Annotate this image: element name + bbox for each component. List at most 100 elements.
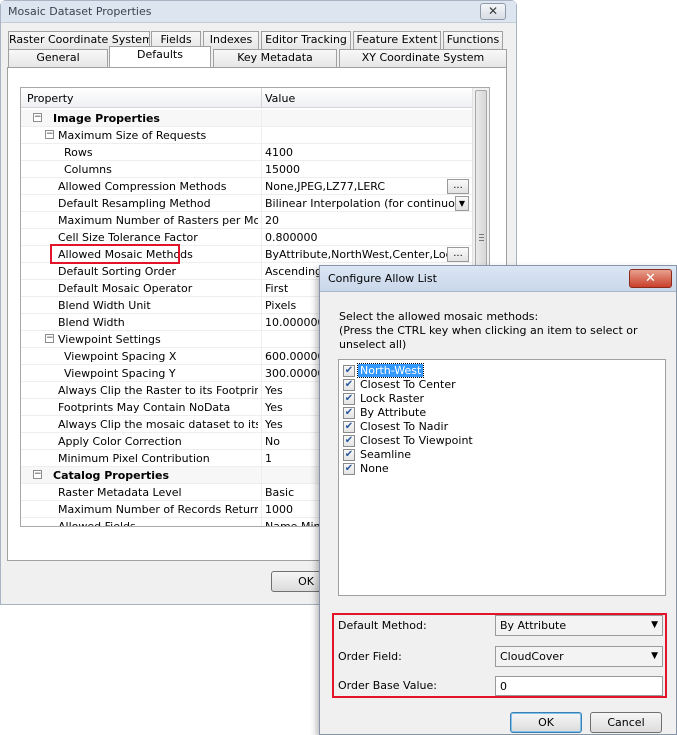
property-value[interactable]: 20	[265, 214, 465, 227]
property-name: Blend Width Unit	[58, 299, 151, 312]
window-title: Mosaic Dataset Properties	[8, 5, 152, 18]
default-method-select[interactable]: By Attribute ▼	[495, 615, 663, 636]
collapse-icon[interactable]: −	[45, 334, 54, 343]
order-base-value-label: Order Base Value:	[338, 679, 437, 692]
column-divider	[261, 246, 262, 263]
property-value[interactable]: 0.800000	[265, 231, 465, 244]
checkbox[interactable]: ✔	[343, 421, 355, 433]
tab-functions[interactable]: Functions	[443, 31, 503, 49]
collapse-icon[interactable]: −	[33, 470, 42, 479]
property-name: Allowed Fields	[58, 520, 136, 527]
mosaic-methods-list[interactable]: ✔ North-West ✔ Closest To Center ✔ Lock Raste…	[338, 359, 666, 596]
ellipsis-button[interactable]: ...	[447, 247, 469, 262]
column-divider	[261, 518, 262, 526]
property-name: Raster Metadata Level	[58, 486, 182, 499]
column-divider	[261, 127, 262, 144]
property-row[interactable]: Rows 4100	[21, 144, 473, 161]
column-divider[interactable]	[261, 88, 262, 108]
property-value[interactable]: 15000	[265, 163, 465, 176]
window-close-button[interactable]: ✕	[480, 3, 506, 20]
grid-header: Property Value	[21, 88, 473, 108]
tab-editor-tracking[interactable]: Editor Tracking	[261, 31, 351, 49]
grip-line	[479, 237, 484, 238]
method-label: Closest To Nadir	[360, 420, 449, 433]
dialog-instructions: Select the allowed mosaic methods: (Pres…	[339, 310, 676, 352]
property-name: Default Mosaic Operator	[58, 282, 193, 295]
column-divider	[261, 229, 262, 246]
method-label: North-West	[356, 363, 425, 378]
dialog-close-button[interactable]: ✕	[629, 269, 672, 288]
column-divider	[261, 178, 262, 195]
method-label: Closest To Viewpoint	[360, 434, 473, 447]
dialog-cancel-button[interactable]: Cancel	[590, 712, 662, 733]
column-header-value[interactable]: Value	[265, 92, 295, 105]
checkbox[interactable]: ✔	[343, 393, 355, 405]
column-divider	[261, 195, 262, 212]
checkbox[interactable]: ✔	[343, 435, 355, 447]
method-label: None	[360, 462, 389, 475]
column-divider	[261, 331, 262, 348]
dialog-ok-button[interactable]: OK	[510, 712, 582, 733]
tab-feature-extent[interactable]: Feature Extent	[353, 31, 441, 49]
column-divider	[261, 501, 262, 518]
property-name: Always Clip the mosaic dataset to its B…	[58, 418, 258, 431]
column-divider	[261, 280, 262, 297]
property-row[interactable]: Allowed Compression Methods None,JPEG,LZ7…	[21, 178, 473, 195]
dialog-title: Configure Allow List	[328, 272, 437, 285]
column-divider	[261, 416, 262, 433]
tab-defaults[interactable]: Defaults	[109, 46, 211, 67]
order-base-value-field[interactable]	[495, 676, 663, 696]
column-divider	[261, 450, 262, 467]
property-row[interactable]: Columns 15000	[21, 161, 473, 178]
property-name: Cell Size Tolerance Factor	[58, 231, 198, 244]
column-divider	[261, 467, 262, 484]
title-bar: Mosaic Dataset Properties ✕	[1, 1, 516, 23]
property-name: Maximum Number of Records Returned…	[58, 503, 258, 516]
method-label: Lock Raster	[360, 392, 425, 405]
column-divider	[261, 314, 262, 331]
tab-general[interactable]: General	[8, 49, 108, 67]
property-row[interactable]: − Maximum Size of Requests	[21, 127, 473, 144]
property-name: Maximum Size of Requests	[58, 129, 207, 142]
order-base-value-input[interactable]	[496, 677, 662, 695]
column-divider	[261, 484, 262, 501]
ellipsis-button[interactable]: ...	[447, 179, 469, 194]
checkbox[interactable]: ✔	[343, 407, 355, 419]
property-value[interactable]: Bilinear Interpolation (for continuous d…	[265, 197, 465, 210]
property-name: Viewpoint Spacing X	[64, 350, 177, 363]
checkbox[interactable]: ✔	[343, 449, 355, 461]
method-label: By Attribute	[360, 406, 427, 419]
default-method-label: Default Method:	[338, 619, 427, 632]
property-value[interactable]: 4100	[265, 146, 465, 159]
checkbox[interactable]: ✔	[343, 379, 355, 391]
checkbox[interactable]: ✔	[343, 365, 355, 377]
property-row[interactable]: Default Resampling Method Bilinear Interp…	[21, 195, 473, 212]
column-divider	[261, 110, 262, 127]
property-value[interactable]: None,JPEG,LZ77,LERC	[265, 180, 465, 193]
column-divider	[261, 144, 262, 161]
chevron-down-icon[interactable]: ▼	[455, 196, 469, 211]
chevron-down-icon: ▼	[651, 651, 658, 661]
configure-allow-list-dialog: Configure Allow List ✕ Select the allowe…	[319, 265, 677, 735]
tab-indexes[interactable]: Indexes	[203, 31, 259, 49]
column-divider	[261, 212, 262, 229]
column-divider	[261, 161, 262, 178]
property-name: Apply Color Correction	[58, 435, 182, 448]
grip-line	[479, 240, 484, 241]
property-name: Viewpoint Settings	[58, 333, 161, 346]
tab-xy-coordinate-system[interactable]: XY Coordinate System	[339, 49, 507, 67]
column-divider	[261, 382, 262, 399]
tab-key-metadata[interactable]: Key Metadata	[213, 49, 337, 67]
property-name: Default Resampling Method	[58, 197, 211, 210]
property-row[interactable]: Maximum Number of Rasters per Mosaic 20	[21, 212, 473, 229]
property-value[interactable]: ByAttribute,NorthWest,Center,LockRa…	[265, 248, 465, 261]
property-name: Footprints May Contain NoData	[58, 401, 231, 414]
order-field-select[interactable]: CloudCover ▼	[495, 646, 663, 667]
collapse-icon[interactable]: −	[45, 130, 54, 139]
collapse-icon[interactable]: −	[33, 113, 42, 122]
column-header-property[interactable]: Property	[27, 92, 74, 105]
checkbox[interactable]: ✔	[343, 463, 355, 475]
property-row[interactable]: − Image Properties	[21, 110, 473, 127]
method-label: Closest To Center	[360, 378, 456, 391]
column-divider	[261, 399, 262, 416]
